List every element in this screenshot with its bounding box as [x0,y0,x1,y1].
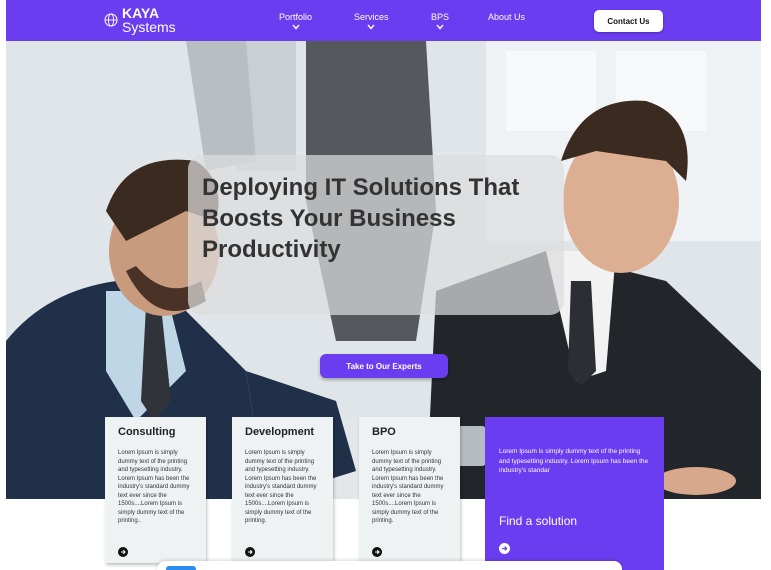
arrow-circle-icon[interactable] [245,547,255,557]
brand-name-bottom: Systems [122,19,176,35]
nav-label: BPS [431,12,450,22]
card-text: Lorem Ipsum is simply dummy text of the … [372,450,444,524]
chevron-down-icon [436,24,444,30]
brand-logo[interactable]: KAYA Systems [104,6,176,34]
arrow-circle-icon[interactable] [499,543,510,554]
solution-card-text: Lorem Ipsum is simply dummy text of the … [499,448,649,474]
nav-label: Services [354,12,389,22]
card-title: Consulting [118,426,176,438]
hero-headline: Deploying IT Solutions That Boosts Your … [202,172,562,265]
service-card-bpo[interactable]: BPO Lorem Ipsum is simply dummy text of … [359,417,460,563]
service-card-consulting[interactable]: Consulting Lorem Ipsum is simply dummy t… [105,417,206,563]
arrow-circle-icon[interactable] [118,547,128,557]
nav-label: About Us [488,12,526,22]
globe-icon [104,13,118,27]
headline-line: Boosts Your Business [202,205,456,232]
chevron-down-icon [367,24,375,30]
card-text: Lorem Ipsum is simply dummy text of the … [245,450,317,524]
top-navbar: KAYA Systems Portfolio Services BPS Abou… [6,0,761,41]
brand-name-top: KAYA [122,5,160,21]
find-solution-link[interactable]: Find a solution [499,514,577,528]
arrow-circle-icon[interactable] [372,547,382,557]
contact-us-button[interactable]: Contact Us [594,10,663,32]
nav-label: Portfolio [279,12,313,22]
nav-item-services[interactable]: Services [354,12,389,30]
card-title: Development [245,426,315,438]
chevron-down-icon [291,24,300,30]
take-to-our-experts-button[interactable]: Take to Our Experts [320,354,448,378]
nav-item-portfolio[interactable]: Portfolio [279,12,312,30]
card-text: Lorem Ipsum is simply dummy text of the … [118,450,190,524]
page: KAYA Systems Portfolio Services BPS Abou… [6,0,761,570]
nav-item-about-us[interactable]: About Us [488,12,525,22]
nav-item-bps[interactable]: BPS [431,12,449,30]
headline-line: Deploying IT Solutions That [202,174,520,201]
headline-line: Productivity [202,236,341,263]
card-title: BPO [372,426,396,438]
bottom-bar-indicator [166,566,196,570]
bottom-floating-bar [157,561,622,570]
find-solution-card[interactable]: Lorem Ipsum is simply dummy text of the … [485,417,664,570]
service-card-development[interactable]: Development Lorem Ipsum is simply dummy … [232,417,333,563]
